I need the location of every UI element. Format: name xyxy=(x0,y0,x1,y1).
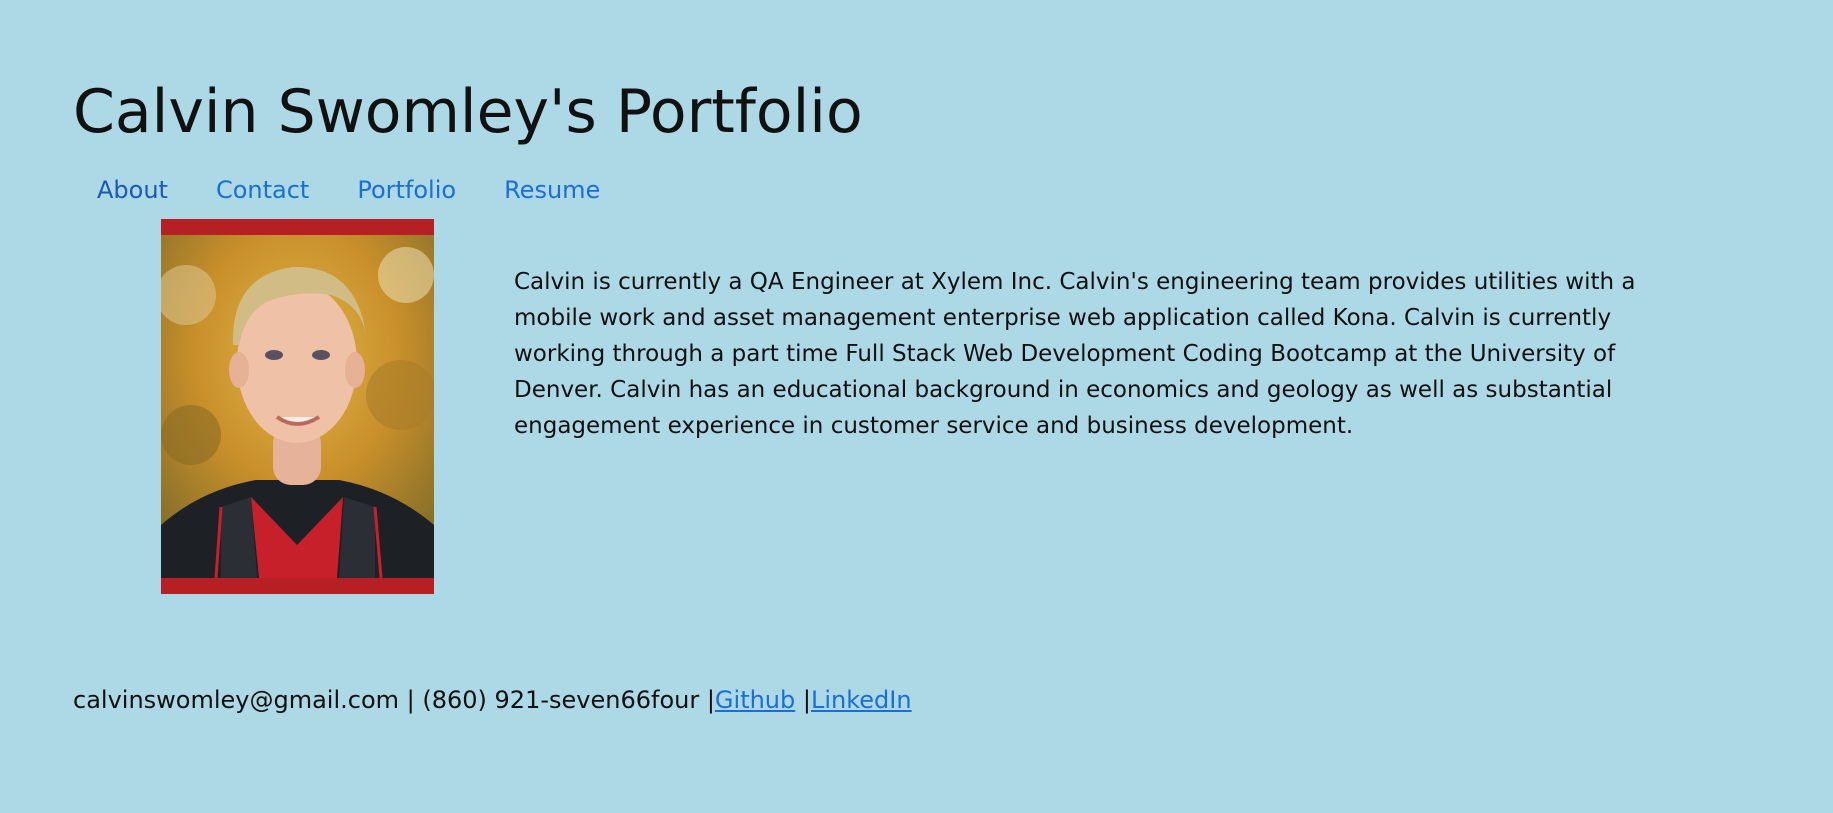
nav-link-about[interactable]: About xyxy=(73,170,192,210)
main-nav: About Contact Portfolio Resume xyxy=(73,170,624,210)
footer-separator: | xyxy=(795,686,811,714)
about-bio: Calvin is currently a QA Engineer at Xyl… xyxy=(514,269,1636,439)
contact-info: calvinswomley@gmail.com | (860) 921-seve… xyxy=(73,686,715,714)
page-title: Calvin Swomley's Portfolio xyxy=(73,77,863,147)
profile-photo xyxy=(161,219,434,594)
nav-link-contact[interactable]: Contact xyxy=(192,170,333,210)
nav-link-portfolio[interactable]: Portfolio xyxy=(333,170,480,210)
contact-footer: calvinswomley@gmail.com | (860) 921-seve… xyxy=(73,682,912,718)
github-link[interactable]: Github xyxy=(715,686,795,714)
nav-link-resume[interactable]: Resume xyxy=(480,170,624,210)
portrait-photo-image xyxy=(161,235,434,578)
linkedin-link[interactable]: LinkedIn xyxy=(811,686,912,714)
